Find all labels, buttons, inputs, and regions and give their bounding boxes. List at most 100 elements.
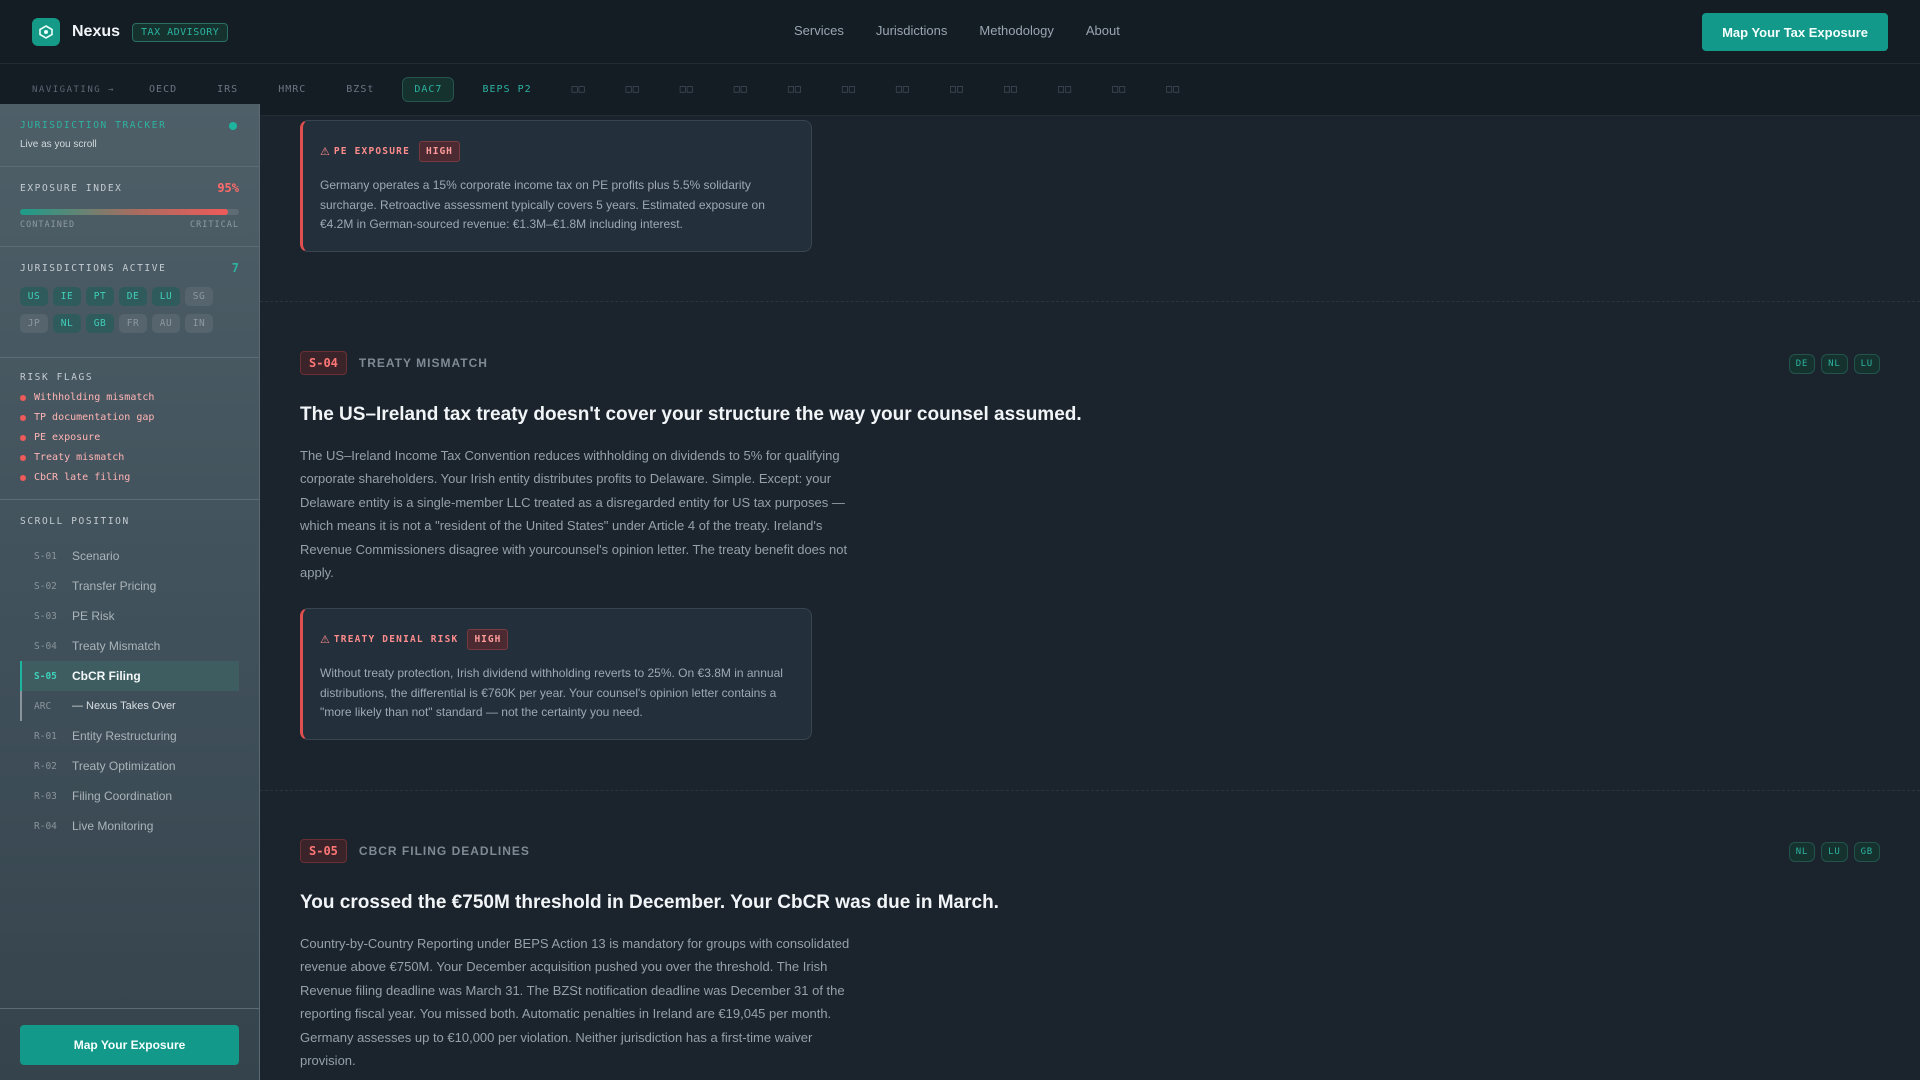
chip-placeholder[interactable]: □□ [668,77,706,102]
scroll-item-r-03[interactable]: R-03 Filing Coordination [20,781,239,811]
alert-title: PE EXPOSURE [333,146,410,157]
warning-icon: ⚠ [320,634,330,646]
scroll-item-s-04[interactable]: S-04 Treaty Mismatch [20,631,239,661]
live-indicator-icon [229,122,237,130]
scroll-item-s-01[interactable]: S-01 Scenario [20,541,239,571]
scroll-item-label: Transfer Pricing [72,579,157,593]
chip-dac7[interactable]: DAC7 [402,77,455,102]
nav-link-methodology[interactable]: Methodology [979,23,1053,38]
severity-badge: HIGH [419,141,460,162]
scroll-item-label: PE Risk [72,609,115,623]
scroll-item-label: CbCR Filing [72,669,141,683]
jurisdiction-sidebar: JURISDICTION TRACKER Live as you scroll … [0,104,260,1080]
scroll-item-s-05[interactable]: S-05 CbCR Filing [20,661,239,691]
chip-hmrc[interactable]: HMRC [266,77,318,102]
jurisdiction-chip-in[interactable]: IN [185,314,213,333]
chip-bzst[interactable]: BZSt [334,77,386,102]
scroll-item-s-03[interactable]: S-03 PE Risk [20,601,239,631]
scroll-item-code: S-04 [34,640,57,652]
section-body: The US–Ireland Income Tax Convention red… [300,448,848,581]
jurisdictions-title: JURISDICTIONS ACTIVE [20,262,167,274]
jurisdiction-tags: DE NL LU [1783,354,1880,374]
section-divider [260,301,1920,302]
chip-placeholder[interactable]: □□ [938,77,976,102]
brand-badge: TAX ADVISORY [132,22,229,42]
severity-badge: HIGH [467,629,509,650]
risk-flag: CbCR late filing [20,472,239,483]
nav-links: Services Jurisdictions Methodology About [794,23,1152,38]
nav-link-jurisdictions[interactable]: Jurisdictions [876,23,948,38]
jurisdiction-tag: LU [1853,354,1880,374]
nav-link-services[interactable]: Services [794,23,844,38]
regulator-nav: NAVIGATING → OECD IRS HMRC BZSt DAC7 BEP… [0,64,1920,116]
jurisdiction-chip-fr[interactable]: FR [119,314,147,333]
alert-title: TREATY DENIAL RISK [333,634,459,645]
jurisdiction-chip-us[interactable]: US [20,287,48,306]
chip-placeholder[interactable]: □□ [776,77,814,102]
jurisdiction-chip-jp[interactable]: JP [20,314,48,333]
tracker-section: JURISDICTION TRACKER Live as you scroll [0,104,259,167]
map-exposure-button[interactable]: Map Your Exposure [20,1025,239,1065]
chip-placeholder[interactable]: □□ [560,77,598,102]
chip-placeholder[interactable]: □□ [1046,77,1084,102]
exposure-high-label: CRITICAL [190,220,239,230]
chip-placeholder[interactable]: □□ [1100,77,1138,102]
risk-flags-title: RISK FLAGS [20,372,94,383]
alert-dot-icon [20,414,26,421]
chip-irs[interactable]: IRS [205,77,250,102]
jurisdiction-tag: NL [1788,842,1816,862]
logo-icon [32,18,60,46]
pe-exposure-alert: ⚠ PE EXPOSURE HIGH Germany operates a 15… [300,120,812,252]
chip-placeholder[interactable]: □□ [722,77,760,102]
chip-beps-p2[interactable]: BEPS P2 [470,77,543,102]
section-headline: The US–Ireland tax treaty doesn't cover … [300,404,1082,425]
jurisdiction-chip-au[interactable]: AU [152,314,180,333]
scroll-item-r-04[interactable]: R-04 Live Monitoring [20,811,239,841]
tracker-subtitle: Live as you scroll [20,139,97,150]
scroll-item-code: ARC [34,700,52,712]
scroll-item-label: Treaty Optimization [72,759,176,773]
scroll-item-r-02[interactable]: R-02 Treaty Optimization [20,751,239,781]
alert-body: Germany operates a 15% corporate income … [320,178,765,231]
jurisdictions-count: 7 [231,261,239,275]
scroll-item-r-01[interactable]: R-01 Entity Restructuring [20,721,239,751]
jurisdiction-chip-sg[interactable]: SG [185,287,213,306]
exposure-bar-fill [20,209,229,215]
scroll-item-code: R-03 [34,790,57,802]
chip-oecd[interactable]: OECD [137,77,189,102]
jurisdiction-chip-gb[interactable]: GB [86,314,114,333]
nav-link-about[interactable]: About [1086,23,1120,38]
chip-placeholder[interactable]: □□ [992,77,1030,102]
jurisdiction-tag: GB [1853,842,1880,862]
chip-placeholder[interactable]: □□ [1154,77,1192,102]
tracker-title: JURISDICTION TRACKER [20,120,167,131]
chip-placeholder[interactable]: □□ [884,77,922,102]
scroll-item-arc[interactable]: ARC — Nexus Takes Over [20,691,239,721]
jurisdiction-tag: DE [1788,354,1816,374]
scroll-item-label: Live Monitoring [72,819,154,833]
scroll-position-list: S-01 Scenario S-02 Transfer Pricing S-03 PE R… [20,541,239,841]
brand-name: Nexus [72,23,121,40]
exposure-value: 95% [217,181,239,195]
chip-placeholder[interactable]: □□ [830,77,868,102]
scroll-item-code: R-04 [34,820,57,832]
jurisdiction-chip-ie[interactable]: IE [53,287,81,306]
jurisdiction-chip-pt[interactable]: PT [86,287,114,306]
jurisdiction-chip-de[interactable]: DE [119,287,147,306]
jurisdiction-chip-nl[interactable]: NL [53,314,81,333]
scroll-item-code: S-03 [34,610,57,622]
jurisdiction-tag: NL [1821,354,1848,374]
main-content: ⚠ PE EXPOSURE HIGH Germany operates a 15… [260,116,1920,1080]
map-tax-exposure-button[interactable]: Map Your Tax Exposure [1702,13,1888,51]
top-navigation: Nexus TAX ADVISORY Services Jurisdiction… [0,0,1920,64]
scroll-item-label: Entity Restructuring [72,729,177,743]
jurisdictions-section: JURISDICTIONS ACTIVE 7 US IE PT DE LU SG JP NL G… [0,247,259,358]
section-divider [260,790,1920,791]
brand[interactable]: Nexus TAX ADVISORY [32,18,229,46]
chip-placeholder[interactable]: □□ [614,77,652,102]
sidebar-footer: Map Your Exposure [0,1008,260,1080]
jurisdiction-chip-lu[interactable]: LU [152,287,180,306]
section-code: S-05 [300,839,347,863]
scroll-item-s-02[interactable]: S-02 Transfer Pricing [20,571,239,601]
section-headline: You crossed the €750M threshold in Decem… [300,892,999,913]
